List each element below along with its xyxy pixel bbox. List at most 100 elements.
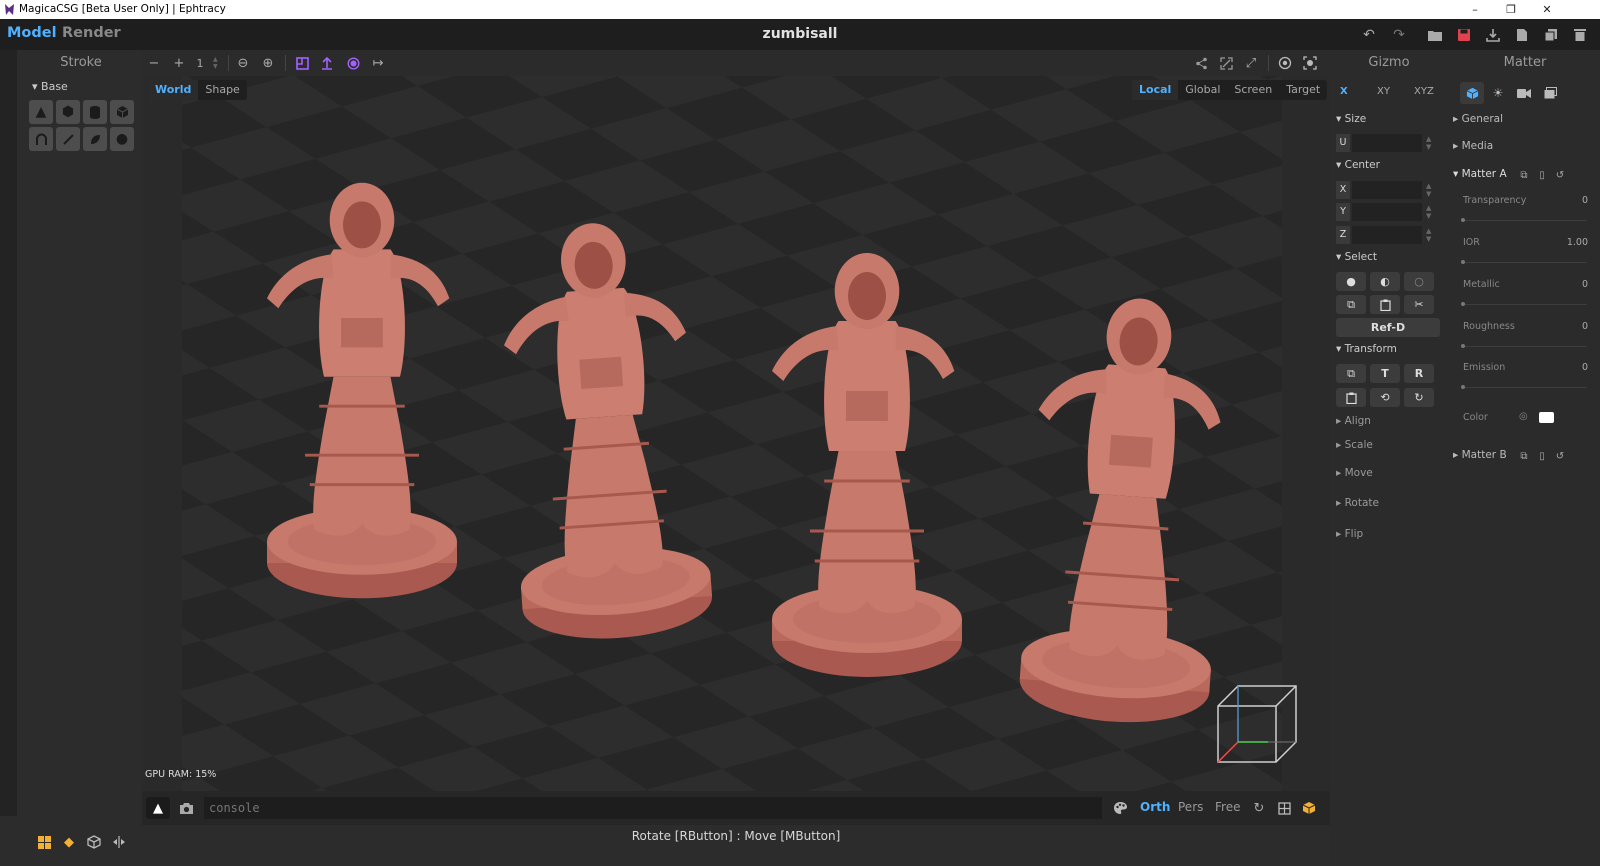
tab-world[interactable]: World bbox=[148, 80, 199, 100]
decrease-button[interactable]: − bbox=[143, 53, 165, 73]
box-icon[interactable] bbox=[110, 100, 134, 124]
minimize-button[interactable]: – bbox=[1456, 1, 1494, 18]
size-u-field[interactable] bbox=[1352, 134, 1422, 152]
media-section-header[interactable]: ▸ Media bbox=[1453, 140, 1493, 152]
scale-section-header[interactable]: ▸ Scale bbox=[1336, 439, 1373, 451]
arc-icon[interactable] bbox=[29, 127, 53, 151]
diamond-icon[interactable]: ◆ bbox=[58, 832, 80, 852]
count-spinner-icon[interactable]: ▲ ▼ bbox=[213, 56, 218, 70]
axis-tab-x[interactable]: X bbox=[1340, 86, 1348, 97]
matter-b-paste-icon[interactable]: ▯ bbox=[1535, 449, 1549, 463]
matter-a-section-header[interactable]: ▾ Matter A bbox=[1453, 168, 1507, 180]
focus-icon[interactable] bbox=[1274, 53, 1296, 73]
transparency-value[interactable]: 0 bbox=[1582, 195, 1588, 206]
view-mode-orth[interactable]: Orth bbox=[1140, 800, 1170, 814]
ref-d-button[interactable]: Ref-D bbox=[1336, 318, 1440, 337]
slider-knob[interactable] bbox=[1461, 260, 1465, 264]
transform-rotate-icon[interactable]: ↻ bbox=[1404, 388, 1434, 407]
grid-icon[interactable] bbox=[33, 832, 55, 852]
reset-view-icon[interactable]: ↻ bbox=[1248, 797, 1270, 819]
ball-icon[interactable]: ● bbox=[110, 127, 134, 151]
new-file-icon[interactable] bbox=[1511, 25, 1533, 45]
center-z-field[interactable] bbox=[1352, 226, 1422, 244]
undo-icon[interactable]: ↶ bbox=[1358, 25, 1380, 45]
target-circle-icon[interactable] bbox=[342, 53, 364, 73]
ior-value[interactable]: 1.00 bbox=[1567, 237, 1588, 248]
center-y-spinner-icon[interactable]: ▲ ▼ bbox=[1426, 204, 1431, 220]
base-section-header[interactable]: ▾ Base bbox=[32, 80, 68, 93]
material-box-icon[interactable] bbox=[1298, 797, 1320, 819]
tab-screen[interactable]: Screen bbox=[1227, 80, 1279, 100]
copy-icon[interactable]: ⧉ bbox=[1336, 295, 1366, 314]
mirror-icon[interactable] bbox=[108, 832, 130, 852]
share-icon[interactable] bbox=[1190, 53, 1212, 73]
center-y-field[interactable] bbox=[1352, 203, 1422, 221]
axis-tab-xyz[interactable]: XYZ bbox=[1414, 86, 1434, 97]
general-section-header[interactable]: ▸ General bbox=[1453, 113, 1503, 125]
view-mode-free[interactable]: Free bbox=[1215, 800, 1240, 814]
redo-icon[interactable]: ↷ bbox=[1388, 25, 1410, 45]
tab-local[interactable]: Local bbox=[1132, 80, 1179, 100]
close-button[interactable]: ✕ bbox=[1528, 1, 1566, 18]
leaf-icon[interactable] bbox=[83, 127, 107, 151]
color-swatch[interactable] bbox=[1539, 412, 1554, 423]
center-section-header[interactable]: ▾ Center bbox=[1336, 159, 1380, 171]
camera-icon[interactable] bbox=[174, 797, 198, 819]
flip-section-header[interactable]: ▸ Flip bbox=[1336, 528, 1363, 540]
select-all-icon[interactable]: ● bbox=[1336, 272, 1366, 291]
triangle-toggle-icon[interactable]: ▲ bbox=[146, 797, 170, 819]
color-picker-icon[interactable]: ◎ bbox=[1519, 411, 1528, 422]
slider-knob[interactable] bbox=[1461, 385, 1465, 389]
tab-shape[interactable]: Shape bbox=[198, 80, 246, 100]
select-section-header[interactable]: ▾ Select bbox=[1336, 251, 1377, 263]
zoom-in-icon[interactable]: ⊕ bbox=[257, 53, 279, 73]
metallic-value[interactable]: 0 bbox=[1582, 279, 1588, 290]
size-u-spinner-icon[interactable]: ▲ ▼ bbox=[1426, 135, 1431, 151]
layout-icon[interactable] bbox=[1273, 797, 1295, 819]
cone-icon[interactable]: ▲ bbox=[29, 100, 53, 124]
matter-b-reset-icon[interactable]: ↺ bbox=[1553, 449, 1567, 463]
camera-icon[interactable] bbox=[1512, 82, 1536, 104]
fullscreen-icon[interactable]: ⤢ bbox=[1240, 53, 1262, 73]
cut-icon[interactable]: ✂ bbox=[1404, 295, 1434, 314]
console-input[interactable] bbox=[204, 797, 1102, 819]
view-mode-pers[interactable]: Pers bbox=[1178, 800, 1203, 814]
axis-tab-xy[interactable]: XY bbox=[1377, 86, 1390, 97]
arrow-right-icon[interactable]: ↦ bbox=[367, 53, 389, 73]
matter-a-paste-icon[interactable]: ▯ bbox=[1535, 168, 1549, 182]
ior-slider[interactable] bbox=[1461, 260, 1587, 264]
tab-render[interactable]: Render bbox=[62, 25, 121, 41]
screenshot-icon[interactable] bbox=[1299, 53, 1321, 73]
frame-icon[interactable] bbox=[291, 53, 313, 73]
upload-arrow-icon[interactable] bbox=[316, 53, 338, 73]
copy-file-icon[interactable] bbox=[1540, 25, 1562, 45]
center-x-field[interactable] bbox=[1352, 181, 1422, 199]
matter-b-copy-icon[interactable]: ⧉ bbox=[1517, 449, 1531, 463]
delete-icon[interactable] bbox=[1569, 25, 1591, 45]
paste-icon[interactable] bbox=[1370, 295, 1400, 314]
select-none-icon[interactable]: ○ bbox=[1404, 272, 1434, 291]
emission-value[interactable]: 0 bbox=[1582, 362, 1588, 373]
slider-knob[interactable] bbox=[1461, 344, 1465, 348]
transparency-slider[interactable] bbox=[1461, 218, 1587, 222]
increase-button[interactable]: + bbox=[168, 53, 190, 73]
metallic-slider[interactable] bbox=[1461, 302, 1587, 306]
roughness-slider[interactable] bbox=[1461, 344, 1587, 348]
image-icon[interactable] bbox=[1538, 82, 1562, 104]
line-icon[interactable] bbox=[56, 127, 80, 151]
3d-viewport[interactable]: World Shape Local Global Screen Target G… bbox=[142, 76, 1330, 791]
cube-outline-icon[interactable] bbox=[83, 832, 105, 852]
cylinder-icon[interactable] bbox=[83, 100, 107, 124]
matter-b-section-header[interactable]: ▸ Matter B bbox=[1453, 449, 1507, 461]
roughness-value[interactable]: 0 bbox=[1582, 321, 1588, 332]
open-folder-icon[interactable] bbox=[1424, 25, 1446, 45]
restore-button[interactable]: ❐ bbox=[1492, 1, 1530, 18]
transform-paste-icon[interactable] bbox=[1336, 388, 1366, 407]
align-section-header[interactable]: ▸ Align bbox=[1336, 415, 1371, 427]
select-invert-icon[interactable]: ◐ bbox=[1370, 272, 1400, 291]
transform-reset-icon[interactable]: ⟲ bbox=[1370, 388, 1400, 407]
center-x-spinner-icon[interactable]: ▲ ▼ bbox=[1426, 182, 1431, 198]
move-section-header[interactable]: ▸ Move bbox=[1336, 467, 1373, 479]
slider-knob[interactable] bbox=[1461, 302, 1465, 306]
center-z-spinner-icon[interactable]: ▲ ▼ bbox=[1426, 227, 1431, 243]
